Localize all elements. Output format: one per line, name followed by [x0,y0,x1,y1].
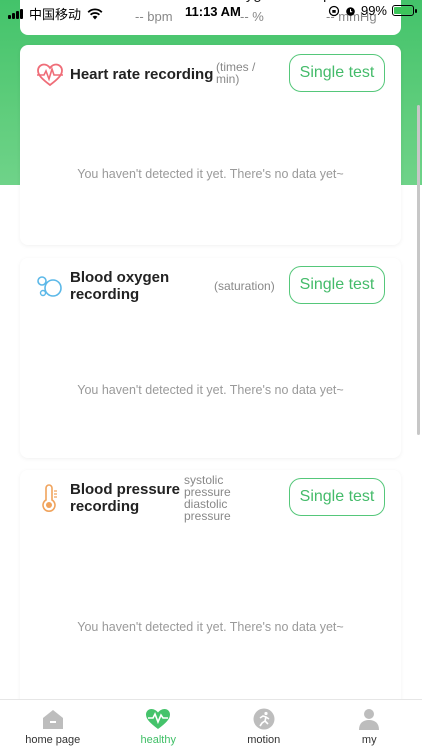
status-bar: 中国移动 11:13 AM 99% [0,0,422,22]
battery-icon [392,5,417,16]
tab-home-page-label: home page [25,734,81,746]
bottom-tab-bar: home page healthy motion my [0,699,422,750]
oxygen-bubbles-icon [37,276,62,297]
wifi-icon [87,7,103,19]
rotation-lock-icon [328,5,340,16]
blood-pressure-single-test-button[interactable]: Single test [289,478,385,516]
tab-motion-label: motion [247,734,281,746]
carrier-label: 中国移动 [29,7,82,22]
blood-oxygen-title: Blood oxygen recording [70,269,170,303]
signal-icon [8,8,23,19]
battery-percent: 99% [360,3,387,18]
home-icon [42,710,63,729]
runner-icon [253,708,275,730]
tab-healthy[interactable]: healthy [106,700,212,750]
tab-healthy-label: healthy [140,734,176,746]
clock: 11:13 AM [185,4,241,19]
blood-oxygen-card: Blood oxygen recording (saturation) Sing… [20,258,401,458]
heart-pulse-icon [146,709,171,729]
heart-rate-title: Heart rate recording [70,66,214,83]
heart-rate-unit: (times / min) [216,60,256,86]
status-left: 中国移动 [8,4,103,23]
heart-rate-single-test-button[interactable]: Single test [289,54,385,92]
diastolic-pressure-label: diastolic pressure [184,497,231,523]
person-icon [359,709,380,730]
blood-pressure-title: Blood pressure recording [70,481,181,515]
thermometer-icon [42,484,57,512]
blood-pressure-card: Blood pressure recording systolic pressu… [20,470,401,710]
blood-oxygen-unit: (saturation) [214,279,275,293]
alarm-icon [346,6,355,16]
tab-motion[interactable]: motion [211,700,317,750]
scrollbar[interactable] [417,105,420,435]
heart-rate-empty-message: You haven't detected it yet. There's no … [77,167,344,181]
tab-my-label: my [361,734,377,746]
blood-oxygen-empty-message: You haven't detected it yet. There's no … [77,383,344,397]
blood-pressure-empty-message: You haven't detected it yet. There's no … [77,620,344,634]
blood-oxygen-single-test-button[interactable]: Single test [289,266,385,304]
tab-my[interactable]: my [317,700,422,750]
heart-rate-card: Heart rate recording (times / min) Singl… [20,45,401,245]
systolic-pressure-label: systolic pressure [184,473,231,499]
status-right: 99% [328,3,417,18]
tab-home-page[interactable]: home page [0,700,106,750]
heart-rate-icon [37,63,63,87]
